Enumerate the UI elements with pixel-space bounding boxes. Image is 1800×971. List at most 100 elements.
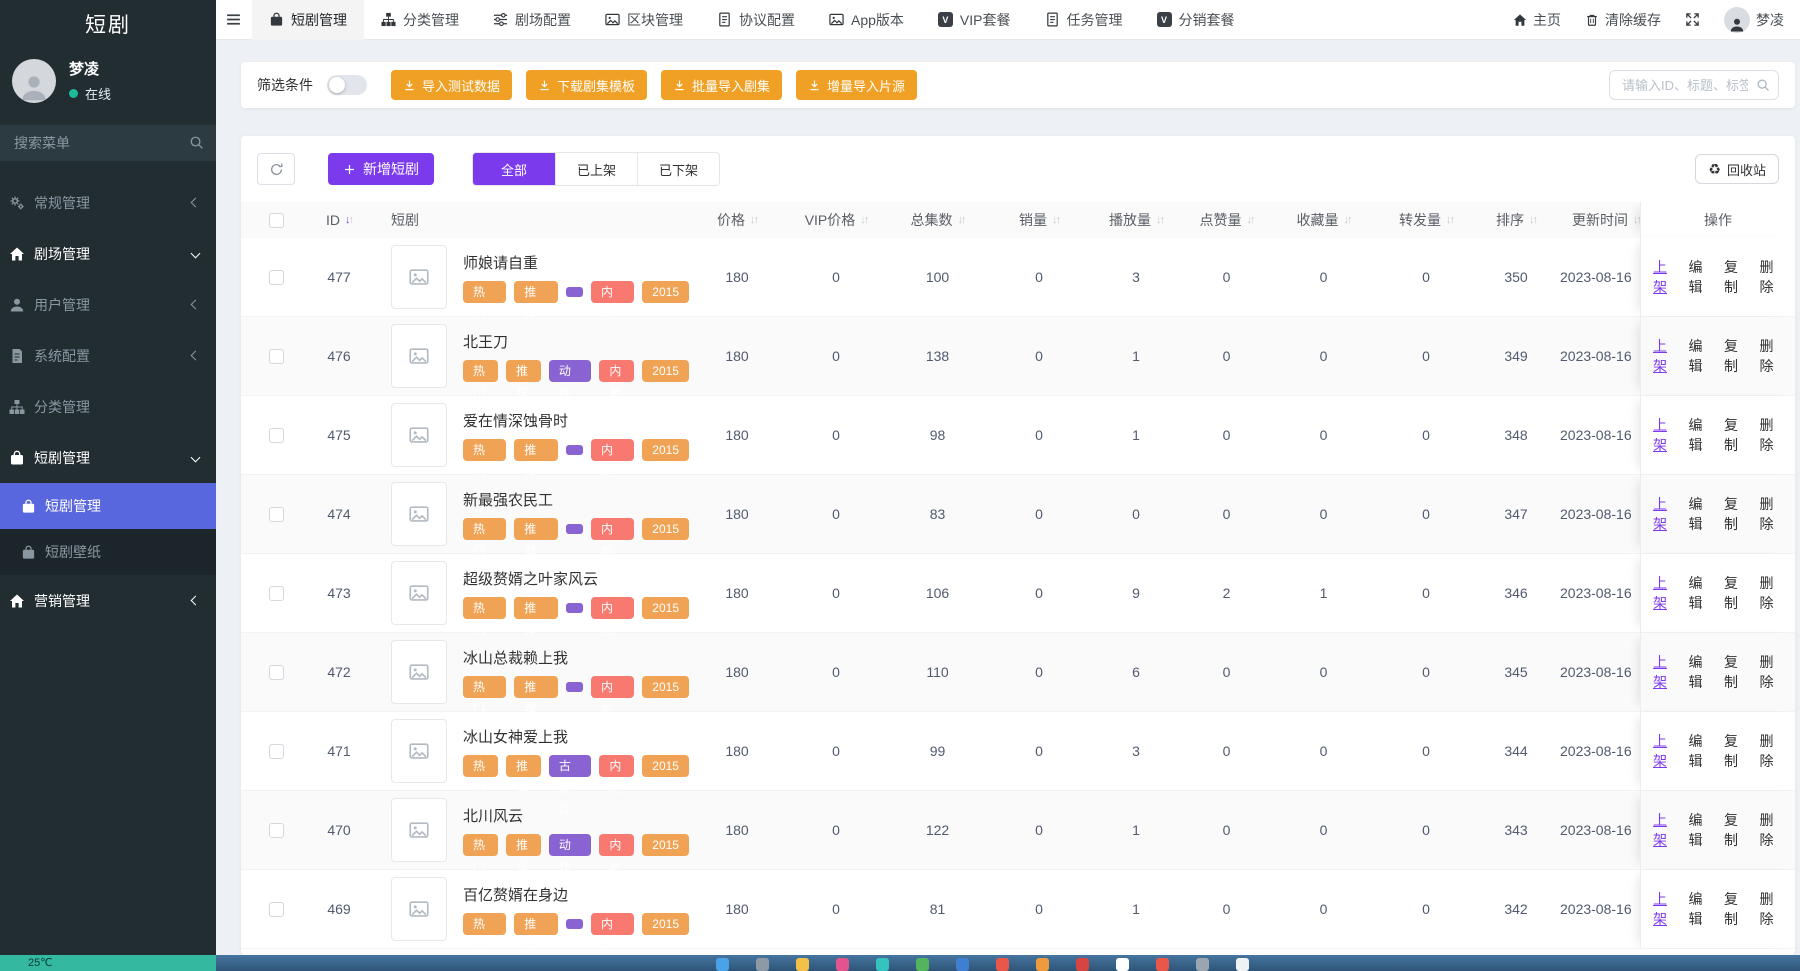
column-header-favorites[interactable]: 收藏量↓↑ (1271, 202, 1376, 238)
edit-link[interactable]: 编辑 (1689, 257, 1713, 297)
publish-link[interactable]: 上架 (1653, 731, 1677, 771)
copy-link[interactable]: 复制 (1724, 257, 1748, 297)
column-header-shares[interactable]: 转发量↓↑ (1376, 202, 1476, 238)
publish-link[interactable]: 上架 (1653, 810, 1677, 850)
clear-cache-link[interactable]: 清除缓存 (1585, 10, 1661, 30)
edit-link[interactable]: 编辑 (1689, 494, 1713, 534)
row-checkbox[interactable] (269, 270, 284, 285)
row-checkbox[interactable] (269, 902, 284, 917)
sidebar-item-drama[interactable]: 短剧管理 (0, 432, 216, 483)
tab-all[interactable]: 全部 (473, 153, 555, 185)
sidebar-item-system[interactable]: 系统配置 (0, 330, 216, 381)
edit-link[interactable]: 编辑 (1689, 415, 1713, 455)
row-checkbox[interactable] (269, 349, 284, 364)
import-button[interactable]: 批量导入剧集 (661, 70, 782, 100)
home-link[interactable]: 主页 (1513, 10, 1561, 30)
filter-toggle[interactable] (327, 75, 367, 95)
sort-icon[interactable]: ↓↑ (1344, 214, 1351, 226)
column-header-updated[interactable]: 更新时间↓↑ (1556, 202, 1640, 238)
edit-link[interactable]: 编辑 (1689, 889, 1713, 929)
sidebar-item-theater[interactable]: 剧场管理 (0, 228, 216, 279)
import-button[interactable]: 导入测试数据 (391, 70, 512, 100)
taskbar-app-icon[interactable] (876, 958, 889, 971)
table-search-input[interactable] (1609, 70, 1779, 100)
user-menu[interactable]: 梦凌 (1724, 7, 1784, 33)
copy-link[interactable]: 复制 (1724, 415, 1748, 455)
sidebar-item-general[interactable]: 常规管理 (0, 177, 216, 228)
copy-link[interactable]: 复制 (1724, 494, 1748, 534)
taskbar-app-icon[interactable] (796, 958, 809, 971)
edit-link[interactable]: 编辑 (1689, 573, 1713, 613)
row-checkbox[interactable] (269, 823, 284, 838)
column-header-episodes[interactable]: 总集数↓↑ (887, 202, 988, 238)
row-checkbox[interactable] (269, 665, 284, 680)
nav-tab-category[interactable]: 分类管理 (364, 0, 476, 40)
column-header-id[interactable]: ID↓↑ (299, 202, 379, 238)
delete-link[interactable]: 删除 (1760, 494, 1784, 534)
edit-link[interactable]: 编辑 (1689, 810, 1713, 850)
sort-icon[interactable]: ↓↑ (1529, 214, 1536, 226)
copy-link[interactable]: 复制 (1724, 652, 1748, 692)
delete-link[interactable]: 删除 (1760, 336, 1784, 376)
nav-tab-vip-package[interactable]: VIP套餐 (921, 0, 1028, 40)
search-icon[interactable] (1756, 78, 1770, 92)
edit-link[interactable]: 编辑 (1689, 652, 1713, 692)
taskbar-app-icon[interactable] (836, 958, 849, 971)
delete-link[interactable]: 删除 (1760, 573, 1784, 613)
delete-link[interactable]: 删除 (1760, 810, 1784, 850)
publish-link[interactable]: 上架 (1653, 336, 1677, 376)
sort-icon[interactable]: ↓↑ (860, 214, 867, 226)
copy-link[interactable]: 复制 (1724, 336, 1748, 376)
sort-icon[interactable]: ↓↑ (345, 214, 352, 226)
delete-link[interactable]: 删除 (1760, 731, 1784, 771)
column-header-price[interactable]: 价格↓↑ (689, 202, 785, 238)
nav-tab-drama-manage[interactable]: 短剧管理 (252, 0, 364, 40)
row-checkbox[interactable] (269, 586, 284, 601)
row-checkbox[interactable] (269, 507, 284, 522)
publish-link[interactable]: 上架 (1653, 494, 1677, 534)
taskbar-app-icon[interactable] (1156, 958, 1169, 971)
taskbar-app-icon[interactable] (956, 958, 969, 971)
copy-link[interactable]: 复制 (1724, 731, 1748, 771)
column-header-sales[interactable]: 销量↓↑ (988, 202, 1090, 238)
nav-tab-distribution[interactable]: 分销套餐 (1140, 0, 1252, 40)
taskbar-app-icon[interactable] (1116, 958, 1129, 971)
tab-on-shelf[interactable]: 已上架 (555, 153, 637, 185)
taskbar-app-icon[interactable] (716, 958, 729, 971)
import-button[interactable]: 增量导入片源 (796, 70, 917, 100)
nav-tab-app-version[interactable]: App版本 (812, 0, 921, 40)
taskbar-app-icon[interactable] (996, 958, 1009, 971)
sidebar-subitem-drama-wallpaper[interactable]: 短剧壁纸 (0, 529, 216, 575)
nav-tab-block-manage[interactable]: 区块管理 (588, 0, 700, 40)
nav-tab-theater-config[interactable]: 剧场配置 (476, 0, 588, 40)
taskbar-app-icon[interactable] (1196, 958, 1209, 971)
taskbar-app-icon[interactable] (1036, 958, 1049, 971)
sidebar-item-marketing[interactable]: 营销管理 (0, 575, 216, 626)
column-header-plays[interactable]: 播放量↓↑ (1090, 202, 1182, 238)
nav-tab-protocol[interactable]: 协议配置 (700, 0, 812, 40)
tab-off-shelf[interactable]: 已下架 (637, 153, 719, 185)
hamburger-icon[interactable] (216, 11, 252, 28)
nav-tab-task-manage[interactable]: 任务管理 (1028, 0, 1140, 40)
sidebar-item-users[interactable]: 用户管理 (0, 279, 216, 330)
taskbar-weather[interactable]: 25℃ (0, 955, 216, 971)
row-checkbox[interactable] (269, 428, 284, 443)
sidebar-subitem-drama-manage[interactable]: 短剧管理 (0, 483, 216, 529)
publish-link[interactable]: 上架 (1653, 573, 1677, 613)
edit-link[interactable]: 编辑 (1689, 731, 1713, 771)
refresh-button[interactable] (257, 153, 295, 185)
copy-link[interactable]: 复制 (1724, 810, 1748, 850)
fullscreen-button[interactable] (1685, 12, 1700, 27)
sort-icon[interactable]: ↓↑ (1247, 214, 1254, 226)
sort-icon[interactable]: ↓↑ (1052, 214, 1059, 226)
column-header-sort[interactable]: 排序↓↑ (1476, 202, 1556, 238)
taskbar-app-icon[interactable] (1076, 958, 1089, 971)
select-all-checkbox[interactable] (269, 213, 284, 228)
sort-icon[interactable]: ↓↑ (750, 214, 757, 226)
publish-link[interactable]: 上架 (1653, 652, 1677, 692)
copy-link[interactable]: 复制 (1724, 573, 1748, 613)
publish-link[interactable]: 上架 (1653, 415, 1677, 455)
row-checkbox[interactable] (269, 744, 284, 759)
sort-icon[interactable]: ↓↑ (1446, 214, 1453, 226)
import-button[interactable]: 下载剧集模板 (526, 70, 647, 100)
